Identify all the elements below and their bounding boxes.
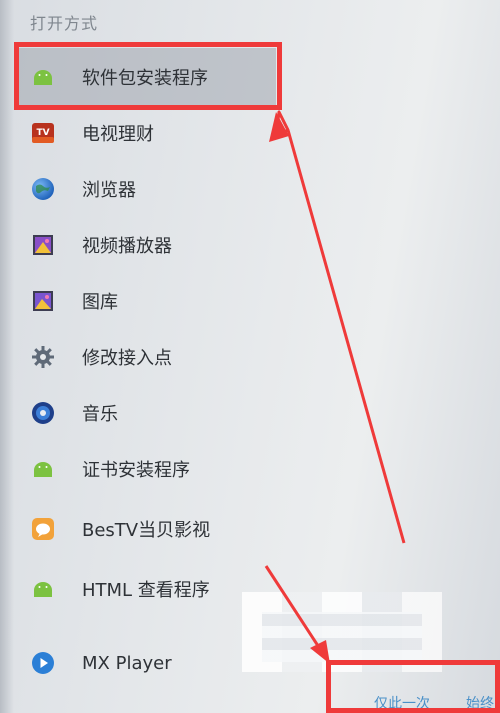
annotation-arrows (264, 110, 406, 664)
open-with-dialog: 打开方式 软件包安装程序 TV 电视理财 浏览器 视频播放器 图库 修改接入点 … (0, 0, 500, 713)
